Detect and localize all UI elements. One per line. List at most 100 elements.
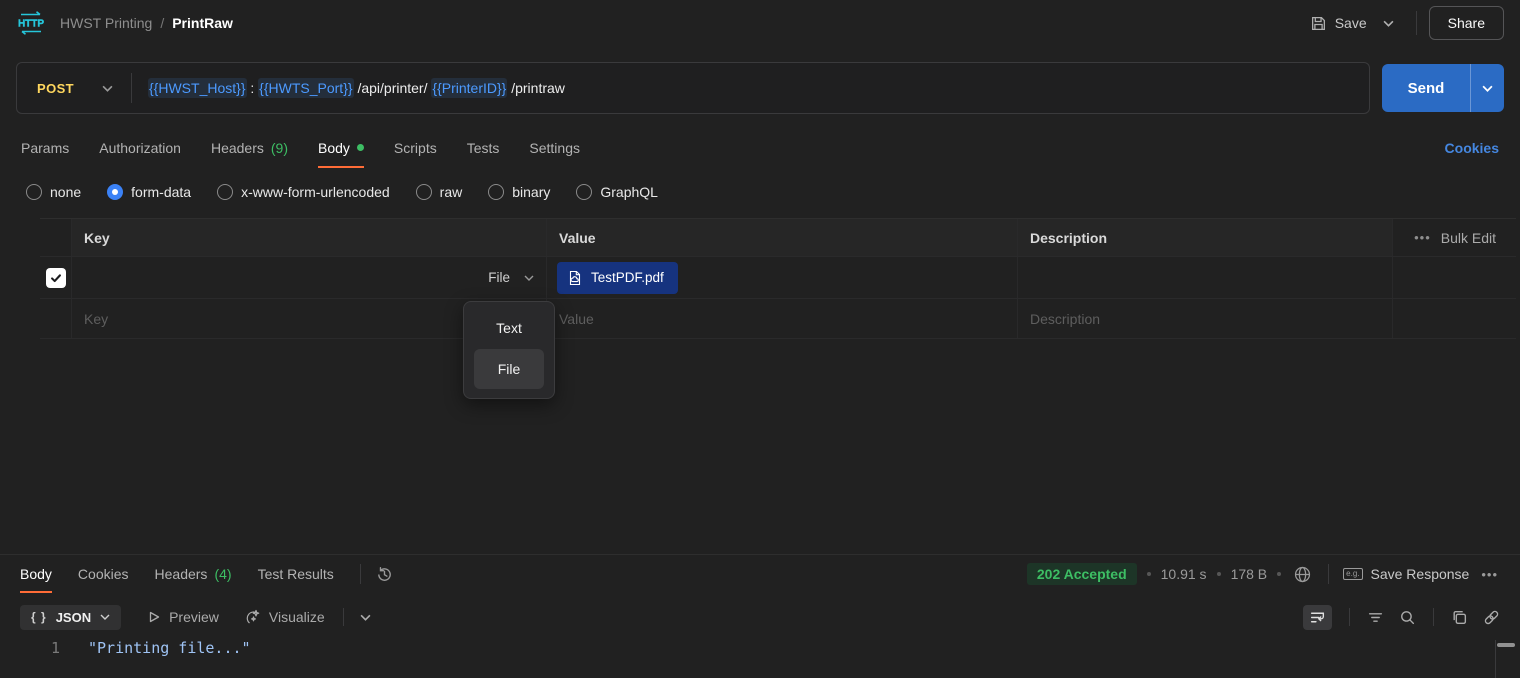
search-icon[interactable] (1399, 609, 1416, 626)
key-cell[interactable]: File (72, 257, 547, 298)
cookies-link[interactable]: Cookies (1445, 140, 1499, 156)
tab-params[interactable]: Params (21, 128, 69, 168)
save-icon (1310, 15, 1327, 32)
link-icon[interactable] (1483, 609, 1500, 626)
request-title-bar: HTTP HTTP HWST Printing / PrintRaw Save (0, 0, 1520, 46)
copy-icon[interactable] (1451, 609, 1468, 626)
network-globe-icon[interactable] (1291, 565, 1314, 584)
file-name: TestPDF.pdf (591, 270, 664, 285)
radio-graphql[interactable]: GraphQL (576, 184, 658, 200)
radio-label: raw (440, 184, 463, 200)
editor-scrollbar-thumb[interactable] (1497, 643, 1515, 647)
row-actions-cell (1393, 299, 1516, 338)
radio-none[interactable]: none (26, 184, 81, 200)
bulk-edit-button[interactable]: Bulk Edit (1441, 230, 1496, 246)
radio-raw[interactable]: raw (416, 184, 463, 200)
save-button[interactable]: Save (1304, 9, 1373, 38)
tab-settings[interactable]: Settings (529, 128, 580, 168)
viewer-options-chevron-icon[interactable] (360, 614, 371, 621)
tab-authorization[interactable]: Authorization (99, 128, 181, 168)
dropdown-option-file[interactable]: File (474, 349, 544, 389)
row-checkbox-cell (40, 299, 72, 338)
attached-file-chip[interactable]: TestPDF.pdf (557, 262, 678, 294)
tab-tests[interactable]: Tests (467, 128, 500, 168)
radio-circle-icon (416, 184, 432, 200)
response-more-options-icon[interactable]: ••• (1479, 567, 1500, 582)
method-select[interactable]: POST (17, 63, 131, 113)
toolbar-divider (343, 608, 344, 626)
save-options-chevron-icon[interactable] (1373, 14, 1404, 33)
example-icon: e.g. (1343, 568, 1362, 580)
body-type-options: none form-data x-www-form-urlencoded raw… (0, 176, 1520, 208)
icons-divider (1433, 608, 1434, 626)
preview-label: Preview (169, 609, 219, 625)
response-body-editor[interactable]: 1 "Printing file..." (0, 639, 1520, 657)
visualize-sparkle-icon (245, 609, 261, 625)
visualize-button[interactable]: Visualize (245, 609, 325, 625)
visualize-label: Visualize (269, 609, 325, 625)
radio-label: x-www-form-urlencoded (241, 184, 390, 200)
response-headers-count-badge: (4) (214, 566, 231, 582)
form-data-table: Key Value Description ••• Bulk Edit File (40, 218, 1516, 339)
share-button[interactable]: Share (1429, 6, 1504, 40)
row-checkbox-checked[interactable] (46, 268, 66, 288)
tab-body[interactable]: Body (318, 128, 364, 168)
response-history-icon[interactable] (365, 561, 404, 588)
description-cell[interactable] (1018, 257, 1393, 298)
format-chevron-down-icon (100, 614, 110, 620)
value-input-placeholder: Value (547, 311, 1017, 327)
title-bar-actions: Save Share (1304, 6, 1504, 40)
row-checkbox-cell (40, 257, 72, 298)
format-label: JSON (56, 610, 91, 625)
radio-label: binary (512, 184, 550, 200)
description-cell[interactable]: Description (1018, 299, 1393, 338)
radio-x-www-form-urlencoded[interactable]: x-www-form-urlencoded (217, 184, 390, 200)
response-tab-headers[interactable]: Headers(4) (155, 555, 232, 593)
radio-binary[interactable]: binary (488, 184, 550, 200)
tab-scripts[interactable]: Scripts (394, 128, 437, 168)
response-pane: Body Cookies Headers(4) Test Results 202… (0, 554, 1520, 678)
body-modified-dot (357, 144, 364, 151)
table-row: File TestPDF.pdf (40, 257, 1516, 299)
response-format-select[interactable]: { } JSON (20, 605, 121, 630)
url-variable: {{HWTS_Port}} (258, 78, 353, 98)
response-tab-cookies[interactable]: Cookies (78, 555, 129, 593)
response-viewer-toolbar: { } JSON Preview (0, 601, 1520, 633)
dropdown-option-text[interactable]: Text (474, 311, 544, 345)
viewer-action-icons (1303, 605, 1500, 630)
value-cell[interactable]: Value (547, 299, 1018, 338)
meta-separator-dot (1277, 572, 1281, 576)
preview-button[interactable]: Preview (147, 609, 219, 625)
radio-form-data[interactable]: form-data (107, 184, 191, 200)
column-header-key: Key (72, 219, 547, 256)
send-button[interactable]: Send (1382, 64, 1470, 112)
filter-icon[interactable] (1367, 609, 1384, 626)
type-dropdown-menu: Text File (463, 301, 555, 399)
preview-play-icon (147, 610, 161, 624)
request-url-row: POST {{HWST_Host}} : {{HWTS_Port}} /api/… (0, 62, 1520, 114)
line-number: 1 (0, 639, 60, 657)
value-type-select[interactable]: File (488, 270, 534, 285)
response-tab-body[interactable]: Body (20, 555, 52, 593)
more-options-icon[interactable]: ••• (1414, 230, 1431, 245)
file-upload-icon (567, 270, 583, 286)
postman-window: HTTP HTTP HWST Printing / PrintRaw Save (0, 0, 1520, 339)
wrap-text-icon[interactable] (1303, 605, 1332, 630)
method-chevron-down-icon (102, 85, 113, 92)
send-options-chevron-icon[interactable] (1471, 64, 1504, 112)
url-variable: {{HWST_Host}} (148, 78, 247, 98)
url-input[interactable]: {{HWST_Host}} : {{HWTS_Port}} /api/print… (132, 80, 565, 96)
save-response-button[interactable]: e.g. Save Response (1343, 566, 1469, 582)
tab-headers[interactable]: Headers(9) (211, 128, 288, 168)
url-bar: POST {{HWST_Host}} : {{HWTS_Port}} /api/… (16, 62, 1370, 114)
breadcrumb-collection[interactable]: HWST Printing (60, 15, 152, 31)
checkbox-column-header (40, 219, 72, 256)
response-meta: 202 Accepted 10.91 s 178 B e.g. Save Res (1027, 555, 1500, 593)
column-header-description: Description (1018, 219, 1393, 256)
url-segment: /api/printer/ (354, 80, 432, 96)
braces-icon: { } (31, 610, 47, 624)
radio-circle-icon (488, 184, 504, 200)
response-tab-test-results[interactable]: Test Results (258, 555, 334, 593)
breadcrumb-separator: / (160, 15, 164, 31)
breadcrumb-request-name: PrintRaw (172, 15, 233, 31)
